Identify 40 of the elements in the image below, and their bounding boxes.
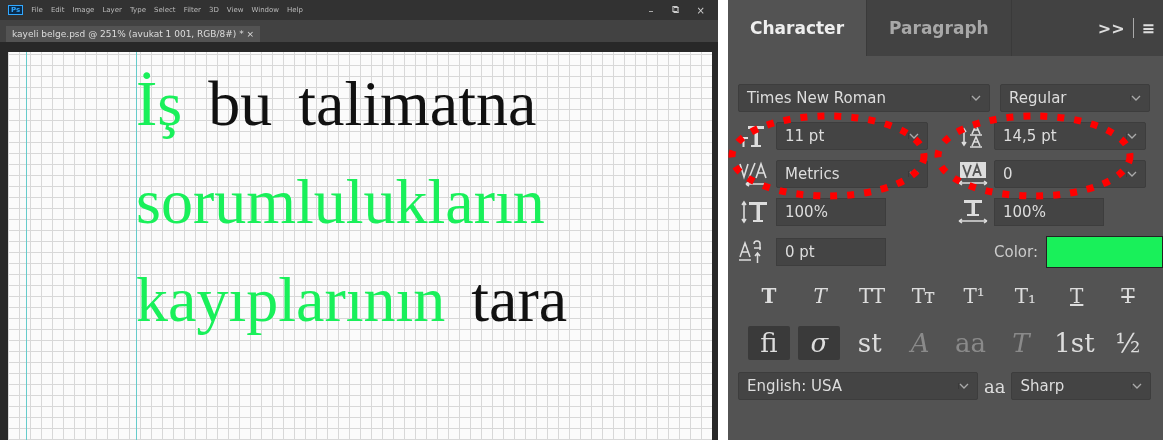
opentype-button[interactable]: ½ <box>1106 326 1149 360</box>
document-tab[interactable]: kayeli belge.psd @ 251% (avukat 1 001, RGB/8#) * × <box>6 26 261 42</box>
type-style-button[interactable]: T₁ <box>1004 282 1047 310</box>
type-style-button[interactable]: Tт <box>901 282 944 310</box>
menu-button[interactable]: ≡ <box>1133 18 1163 38</box>
panel-tab[interactable]: Character <box>728 0 868 56</box>
kerning-dropdown[interactable]: Metrics <box>776 160 928 188</box>
window-control[interactable]: ⧉ <box>666 4 684 16</box>
font-style-dropdown[interactable]: Regular <box>1000 84 1150 112</box>
tracking-dropdown[interactable]: 0 <box>994 160 1146 188</box>
opentype-button[interactable]: st <box>848 326 891 360</box>
opentype-button[interactable]: 1st <box>1050 326 1099 360</box>
language-dropdown[interactable]: English: USA <box>738 372 978 400</box>
canvas-text: sorumlulukların <box>136 165 545 239</box>
expand-button[interactable]: >> <box>1089 18 1133 38</box>
panel-tab[interactable]: Paragraph <box>867 0 1012 56</box>
color-label: Color: <box>994 243 1038 261</box>
type-style-button[interactable]: T <box>1106 282 1149 310</box>
type-style-button[interactable]: T¹ <box>953 282 996 310</box>
opentype-button[interactable]: σ <box>798 326 841 360</box>
window-control[interactable]: × <box>691 4 710 16</box>
antialias-icon: aa <box>984 375 1006 397</box>
canvas-text: kayıplarının <box>136 263 446 337</box>
type-style-button[interactable]: TT <box>850 282 893 310</box>
canvas-text: talimatna <box>298 67 537 141</box>
canvas-text: İş <box>136 67 183 141</box>
leading-field[interactable]: 14,5 pt <box>994 122 1146 150</box>
canvas-text: bu <box>208 67 273 141</box>
horizontal-scale-field[interactable]: 100% <box>994 198 1104 226</box>
font-size-field[interactable]: 11 pt <box>776 122 928 150</box>
type-style-button[interactable]: T <box>748 282 790 310</box>
baseline-shift-field[interactable]: 0 pt <box>776 238 886 266</box>
vertical-scale-field[interactable]: 100% <box>776 198 886 226</box>
type-style-button[interactable]: T <box>799 282 842 310</box>
window-control[interactable]: – <box>643 4 659 16</box>
type-style-button[interactable]: T <box>1055 282 1098 310</box>
font-family-dropdown[interactable]: Times New Roman <box>738 84 990 112</box>
canvas-text: tara <box>471 263 568 337</box>
opentype-button[interactable]: fi <box>748 326 790 360</box>
antialias-dropdown[interactable]: Sharp <box>1011 372 1152 400</box>
